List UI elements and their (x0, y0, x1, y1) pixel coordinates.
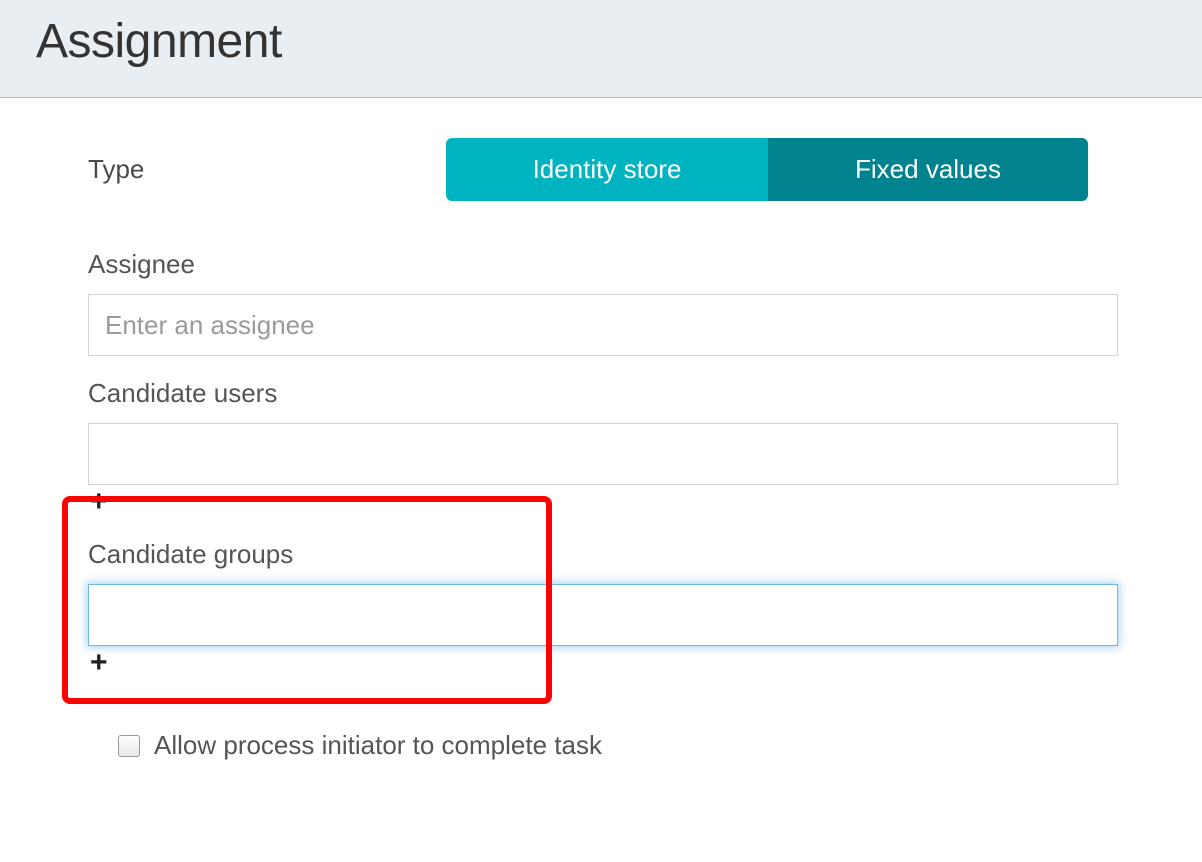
assignee-input[interactable] (88, 294, 1118, 356)
plus-icon: + (90, 485, 108, 518)
type-label: Type (88, 154, 446, 185)
candidate-users-group: Candidate users + (88, 378, 1114, 517)
type-toggle-group: Identity store Fixed values (446, 138, 1088, 201)
plus-icon: + (90, 646, 108, 679)
add-candidate-user-button[interactable]: + (88, 485, 108, 517)
candidate-groups-input[interactable] (88, 584, 1118, 646)
assignee-group: Assignee (88, 249, 1114, 356)
header-bar: Assignment (0, 0, 1202, 98)
add-candidate-group-button[interactable]: + (88, 646, 108, 678)
candidate-users-input[interactable] (88, 423, 1118, 485)
type-row: Type Identity store Fixed values (88, 138, 1114, 201)
allow-initiator-checkbox[interactable] (118, 735, 140, 757)
candidate-groups-label: Candidate groups (88, 539, 1114, 570)
content-area: Type Identity store Fixed values Assigne… (0, 98, 1202, 761)
page-title: Assignment (36, 14, 1166, 69)
candidate-groups-group: Candidate groups + (88, 539, 1114, 678)
candidate-users-label: Candidate users (88, 378, 1114, 409)
type-option-identity-store[interactable]: Identity store (446, 138, 768, 201)
type-option-fixed-values[interactable]: Fixed values (768, 138, 1088, 201)
allow-initiator-label: Allow process initiator to complete task (154, 730, 602, 761)
assignee-label: Assignee (88, 249, 1114, 280)
allow-initiator-row: Allow process initiator to complete task (118, 730, 1114, 761)
